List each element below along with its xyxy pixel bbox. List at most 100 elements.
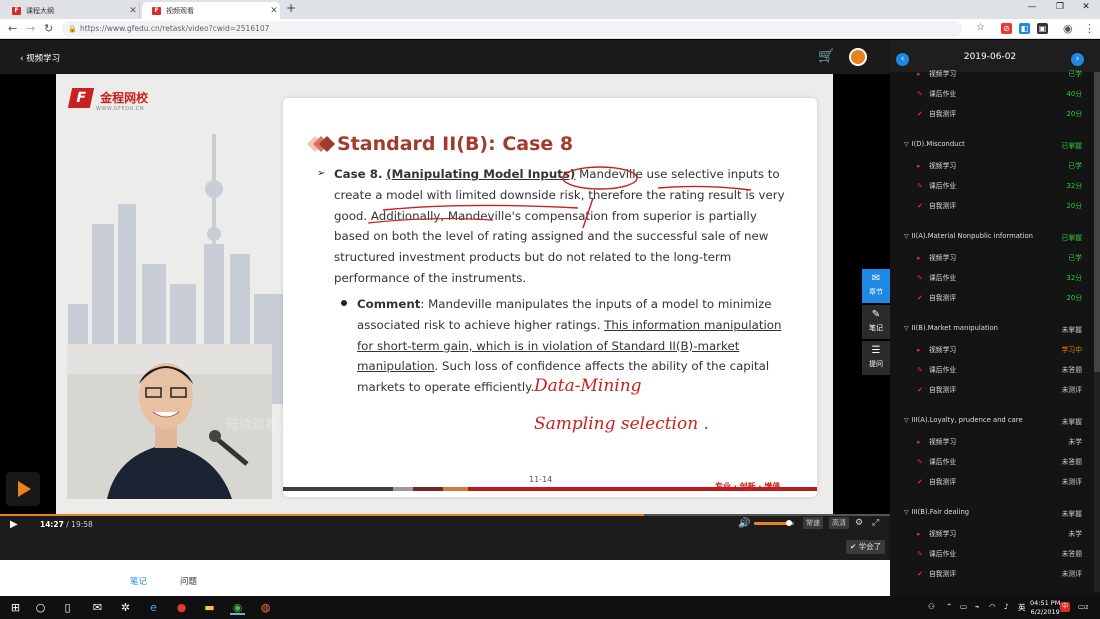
list-item[interactable]: ✔ 自我测评 bbox=[917, 108, 1082, 118]
tab-questions[interactable]: 问题 bbox=[180, 575, 197, 587]
collapse-triangle-icon[interactable]: ▽ bbox=[904, 509, 909, 516]
extension-icon[interactable]: ▣ bbox=[1037, 23, 1048, 34]
section-title[interactable]: ▽ I(D).Misconduct bbox=[904, 140, 1084, 148]
volume-knob[interactable] bbox=[786, 520, 792, 526]
section-title[interactable]: ▽ II(B).Market manipulation bbox=[904, 324, 1084, 332]
settings-gear-icon[interactable]: ✲ bbox=[118, 600, 133, 615]
minimize-icon[interactable]: — bbox=[1018, 2, 1046, 12]
sidebar-scrollbar[interactable] bbox=[1094, 72, 1100, 592]
task-view-icon[interactable]: ▯ bbox=[60, 600, 75, 615]
question-tool-button[interactable]: ☰ 提问 bbox=[862, 341, 890, 375]
address-bar[interactable]: 🔒 https://www.gfedu.cn/retask/video?cwid… bbox=[62, 21, 962, 37]
list-item[interactable]: ✎ 课后作业 bbox=[917, 88, 1082, 98]
app-icon[interactable]: ● bbox=[174, 600, 189, 615]
ime-input[interactable]: 中 bbox=[1060, 602, 1070, 612]
avatar[interactable] bbox=[849, 48, 867, 66]
settings-gear-icon[interactable]: ⚙ bbox=[855, 518, 863, 528]
close-icon[interactable]: ✕ bbox=[268, 6, 280, 16]
handwriting-sampling: Sampling selection . bbox=[534, 414, 709, 434]
play-icon[interactable]: ▶ bbox=[10, 519, 18, 530]
list-item[interactable]: ▸ 视频学习 bbox=[917, 252, 1082, 262]
tab-title: 课程大纲 bbox=[26, 6, 54, 15]
chrome-icon[interactable]: ◉ bbox=[230, 600, 245, 615]
cart-icon[interactable]: 🛒 bbox=[818, 49, 834, 64]
file-explorer-icon[interactable]: ▬ bbox=[202, 600, 217, 615]
list-item[interactable]: ▸ 视频学习 bbox=[917, 344, 1082, 354]
list-item[interactable]: ✔ 自我测评 bbox=[917, 292, 1082, 302]
list-item[interactable]: ▸ 视频学习 bbox=[917, 160, 1082, 170]
list-item[interactable]: ✎ 课后作业 bbox=[917, 180, 1082, 190]
lecture-slide: F 金程网校 WWW.GFEDU.CN Standard II(B): Case… bbox=[56, 74, 833, 514]
forward-arrow-icon[interactable]: → bbox=[26, 22, 35, 35]
progress-bar[interactable] bbox=[0, 514, 890, 516]
collapse-triangle-icon[interactable]: ▽ bbox=[904, 233, 909, 240]
speed-button[interactable]: 常速 bbox=[803, 517, 823, 529]
item-status: 未答题 bbox=[1061, 366, 1082, 374]
notes-tool-button[interactable]: ✎ 笔记 bbox=[862, 305, 890, 339]
item-status: 20分 bbox=[1066, 294, 1082, 302]
volume-slider[interactable] bbox=[754, 520, 794, 526]
collapse-triangle-icon[interactable]: ▽ bbox=[904, 417, 909, 424]
extension-icon[interactable]: ◧ bbox=[1019, 23, 1030, 34]
window-close-icon[interactable]: ✕ bbox=[1072, 2, 1100, 12]
menu-dots-icon[interactable]: ⋮ bbox=[1084, 22, 1095, 35]
tab-notes[interactable]: 笔记 bbox=[130, 575, 147, 587]
fullscreen-icon[interactable]: ⤢ bbox=[872, 518, 879, 528]
extension-icon[interactable]: ⊘ bbox=[1001, 23, 1012, 34]
wifi-icon[interactable]: ◠ bbox=[989, 602, 996, 611]
new-tab-icon[interactable]: + bbox=[286, 1, 296, 15]
video-player[interactable]: F 金程网校 WWW.GFEDU.CN Standard II(B): Case… bbox=[0, 74, 890, 514]
list-item[interactable]: ✔ 自我测评 bbox=[917, 200, 1082, 210]
battery-icon[interactable]: ▭ bbox=[960, 602, 967, 611]
chapter-tool-button[interactable]: ✉ 章节 bbox=[862, 269, 890, 303]
volume-icon[interactable]: 🔊 bbox=[738, 518, 750, 529]
collapse-triangle-icon[interactable]: ▽ bbox=[904, 325, 909, 332]
list-item[interactable]: ✎ 课后作业 bbox=[917, 548, 1082, 558]
slide-slogan: 专业 · 创新 · 增值 bbox=[715, 482, 781, 491]
notifications-icon[interactable]: ▭2 bbox=[1078, 602, 1088, 611]
list-item[interactable]: ▸ 视频学习 bbox=[917, 68, 1082, 78]
next-date-icon[interactable]: › bbox=[1071, 53, 1084, 66]
list-item[interactable]: ✎ 课后作业 bbox=[917, 456, 1082, 466]
people-icon[interactable]: ⚇ bbox=[928, 602, 935, 611]
mail-icon[interactable]: ✉ bbox=[90, 600, 105, 615]
sidebar-date: 2019-06-02 bbox=[963, 52, 1017, 62]
search-icon[interactable]: ○ bbox=[33, 600, 48, 615]
close-icon[interactable]: ✕ bbox=[127, 6, 139, 16]
section-title[interactable]: ▽ III(A).Loyalty, prudence and care bbox=[904, 416, 1084, 424]
clock-time: 04:51 PM bbox=[1030, 599, 1061, 607]
browser-tab-outline[interactable]: F 课程大纲 ✕ bbox=[2, 2, 140, 19]
restore-icon[interactable]: ❐ bbox=[1046, 2, 1074, 12]
list-item[interactable]: ✎ 课后作业 bbox=[917, 272, 1082, 282]
taskbar-clock[interactable]: 04:51 PM 6/2/2019 bbox=[1030, 599, 1060, 617]
list-item[interactable]: ✔ 自我测评 bbox=[917, 568, 1082, 578]
section-title[interactable]: ▽ II(A).Material Nonpublic information bbox=[904, 232, 1084, 240]
item-label: 课后作业 bbox=[929, 550, 957, 558]
star-icon[interactable]: ☆ bbox=[976, 22, 985, 33]
notes-tool-label: 笔记 bbox=[869, 324, 883, 332]
network-icon[interactable]: ⌁ bbox=[975, 602, 980, 611]
chevron-up-icon[interactable]: ⌃ bbox=[946, 602, 952, 611]
back-to-video-list-button[interactable]: ‹ 视频学习 bbox=[20, 52, 60, 64]
list-item[interactable]: ✔ 自我测评 bbox=[917, 384, 1082, 394]
list-item[interactable]: ▸ 视频学习 bbox=[917, 436, 1082, 446]
volume-icon[interactable]: ♪ bbox=[1004, 602, 1009, 611]
scrollbar-thumb[interactable] bbox=[1094, 72, 1100, 372]
reload-icon[interactable]: ↻ bbox=[44, 22, 53, 35]
section-title[interactable]: ▽ III(B).Fair dealing bbox=[904, 508, 1084, 516]
firefox-icon[interactable]: ◍ bbox=[258, 600, 273, 615]
edge-browser-icon[interactable]: e bbox=[146, 600, 161, 615]
section-title-text: III(A).Loyalty, prudence and care bbox=[911, 416, 1023, 424]
list-item[interactable]: ✔ 自我测评 bbox=[917, 476, 1082, 486]
back-arrow-icon[interactable]: ← bbox=[8, 22, 17, 35]
browser-tab-video[interactable]: F 视频观看 ✕ bbox=[142, 2, 280, 19]
quality-button[interactable]: 高清 bbox=[829, 517, 849, 529]
collapse-triangle-icon[interactable]: ▽ bbox=[904, 141, 909, 148]
profile-icon[interactable]: ◉ bbox=[1063, 22, 1073, 35]
windows-start-icon[interactable]: ⊞ bbox=[8, 600, 23, 615]
learned-button[interactable]: ✔ 学会了 bbox=[846, 540, 886, 554]
list-item[interactable]: ✎ 课后作业 bbox=[917, 364, 1082, 374]
big-play-button[interactable] bbox=[6, 472, 40, 506]
list-item[interactable]: ▸ 视频学习 bbox=[917, 528, 1082, 538]
input-lang[interactable]: 英 bbox=[1018, 602, 1026, 613]
